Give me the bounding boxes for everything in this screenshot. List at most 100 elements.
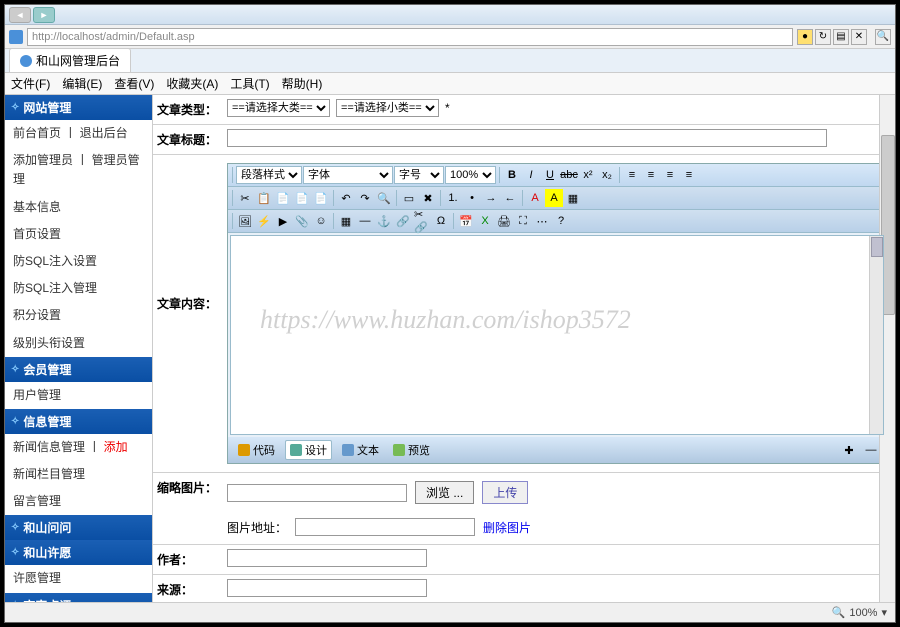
upload-button[interactable]: 上传 [482, 481, 528, 504]
link-icon[interactable]: 🔗 [394, 212, 412, 230]
sidebar-item[interactable]: 许愿管理 [5, 565, 152, 592]
sidebar-section-header[interactable]: 和山问问 [5, 515, 152, 540]
sidebar-section-header[interactable]: 和山许愿 [5, 540, 152, 565]
search-icon[interactable]: 🔍 [875, 29, 891, 45]
redo-icon[interactable]: ↷ [356, 189, 374, 207]
menu-edit[interactable]: 编辑(E) [62, 75, 102, 92]
bold-icon[interactable]: B [503, 166, 521, 184]
select-main-category[interactable]: ==请选择大类== [227, 99, 330, 117]
sidebar-section-header[interactable]: 商家点评 [5, 593, 152, 602]
input-thumb-addr[interactable] [295, 518, 475, 536]
zoom-dropdown-icon[interactable]: ▾ [881, 606, 887, 619]
select-sub-category[interactable]: ==请选择小类== [336, 99, 439, 117]
collapse-icon[interactable]: — [862, 441, 880, 459]
strike-icon[interactable]: abc [560, 166, 578, 184]
more-icon[interactable]: ⋯ [533, 212, 551, 230]
sidebar-item[interactable]: 前台首页 丨 退出后台 [5, 120, 152, 147]
print-icon[interactable]: 🖨 [495, 212, 513, 230]
editor-style-select[interactable]: 段落样式 [236, 166, 302, 184]
italic-icon[interactable]: I [522, 166, 540, 184]
editor-tab-text[interactable]: 文本 [338, 441, 383, 459]
sidebar-item[interactable]: 用户管理 [5, 382, 152, 409]
date-icon[interactable]: 📅 [457, 212, 475, 230]
sub-icon[interactable]: x₂ [598, 166, 616, 184]
browse-button[interactable]: 浏览 ... [415, 481, 474, 504]
nav-forward-button[interactable]: ► [33, 7, 55, 23]
sidebar-item[interactable]: 基本信息 [5, 194, 152, 221]
media-icon[interactable]: ▶ [274, 212, 292, 230]
outdent-icon[interactable]: ← [501, 189, 519, 207]
align-right-icon[interactable]: ≡ [661, 166, 679, 184]
align-justify-icon[interactable]: ≡ [680, 166, 698, 184]
refresh-button[interactable]: ● [797, 29, 813, 45]
align-center-icon[interactable]: ≡ [642, 166, 660, 184]
sup-icon[interactable]: x² [579, 166, 597, 184]
cut-icon[interactable]: ✂ [236, 189, 254, 207]
menu-file[interactable]: 文件(F) [11, 75, 50, 92]
remove-format-icon[interactable]: ✖ [419, 189, 437, 207]
editor-textarea[interactable] [230, 235, 884, 435]
paste-text-icon[interactable]: 📄 [293, 189, 311, 207]
hr-icon[interactable]: — [356, 212, 374, 230]
sidebar-item[interactable]: 级别头衔设置 [5, 330, 152, 357]
sidebar-section-header[interactable]: 会员管理 [5, 357, 152, 382]
undo-icon[interactable]: ↶ [337, 189, 355, 207]
zoom-icon[interactable]: 🔍 [832, 606, 846, 619]
url-field[interactable]: http://localhost/admin/Default.asp [27, 28, 793, 46]
editor-zoom-select[interactable]: 100% [445, 166, 496, 184]
sidebar-item[interactable]: 积分设置 [5, 302, 152, 329]
symbol-icon[interactable]: Ω [432, 212, 450, 230]
nav-back-button[interactable]: ◄ [9, 7, 31, 23]
help-icon[interactable]: ? [552, 212, 570, 230]
bg-icon[interactable]: ▦ [564, 189, 582, 207]
anchor-icon[interactable]: ⚓ [375, 212, 393, 230]
menu-view[interactable]: 查看(V) [114, 75, 154, 92]
menu-tools[interactable]: 工具(T) [230, 75, 269, 92]
excel-icon[interactable]: X [476, 212, 494, 230]
sidebar-item[interactable]: 防SQL注入管理 [5, 275, 152, 302]
sidebar-item[interactable]: 新闻信息管理 丨 添加 [5, 434, 152, 461]
editor-font-select[interactable]: 字体 [303, 166, 393, 184]
editor-size-select[interactable]: 字号 [394, 166, 444, 184]
sidebar-item[interactable]: 添加管理员 丨 管理员管理 [5, 147, 152, 193]
table-icon[interactable]: ▦ [337, 212, 355, 230]
browser-tab[interactable]: 和山网管理后台 [9, 48, 131, 72]
menu-favorites[interactable]: 收藏夹(A) [166, 75, 218, 92]
close-x-button[interactable]: ✕ [851, 29, 867, 45]
compat-button[interactable]: ▤ [833, 29, 849, 45]
paste-icon[interactable]: 📄 [274, 189, 292, 207]
editor-tab-preview[interactable]: 预览 [389, 441, 434, 459]
underline-icon[interactable]: U [541, 166, 559, 184]
fullscreen-icon[interactable]: ⛶ [514, 212, 532, 230]
sidebar-item[interactable]: 首页设置 [5, 221, 152, 248]
fgcolor-icon[interactable]: A [526, 189, 544, 207]
unlink-icon[interactable]: ✂🔗 [413, 212, 431, 230]
find-icon[interactable]: 🔍 [375, 189, 393, 207]
input-thumb-file[interactable] [227, 484, 407, 502]
sidebar-section-header[interactable]: 网站管理 [5, 95, 152, 120]
select-all-icon[interactable]: ▭ [400, 189, 418, 207]
expand-icon[interactable]: ✚ [840, 441, 858, 459]
copy-icon[interactable]: 📋 [255, 189, 273, 207]
sidebar-item[interactable]: 新闻栏目管理 [5, 461, 152, 488]
bgcolor-icon[interactable]: A [545, 189, 563, 207]
image-icon[interactable]: 🖼 [236, 212, 254, 230]
sidebar-section-header[interactable]: 信息管理 [5, 409, 152, 434]
ul-icon[interactable]: • [463, 189, 481, 207]
delete-image-link[interactable]: 删除图片 [483, 519, 531, 536]
input-title[interactable] [227, 129, 827, 147]
emote-icon[interactable]: ☺ [312, 212, 330, 230]
flash-icon[interactable]: ⚡ [255, 212, 273, 230]
align-left-icon[interactable]: ≡ [623, 166, 641, 184]
add-link[interactable]: 添加 [104, 440, 128, 454]
file-icon[interactable]: 📎 [293, 212, 311, 230]
editor-scrollbar[interactable] [869, 236, 883, 434]
input-author[interactable] [227, 549, 427, 567]
sidebar-item[interactable]: 防SQL注入设置 [5, 248, 152, 275]
stop-button[interactable]: ↻ [815, 29, 831, 45]
ol-icon[interactable]: 1. [444, 189, 462, 207]
indent-icon[interactable]: → [482, 189, 500, 207]
sidebar-item[interactable]: 留言管理 [5, 488, 152, 515]
editor-tab-code[interactable]: 代码 [234, 441, 279, 459]
input-source[interactable] [227, 579, 427, 597]
